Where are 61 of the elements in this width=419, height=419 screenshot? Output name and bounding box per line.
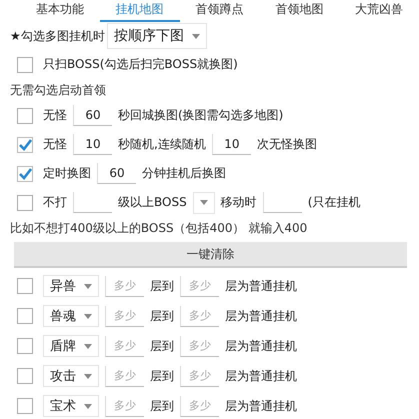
option-label: 秒回城换图(换图需勾选多地图)	[118, 107, 284, 124]
input-field[interactable]	[262, 192, 302, 213]
option-label: 无怪	[43, 107, 67, 124]
checkbox[interactable]	[17, 398, 33, 414]
input-field[interactable]: 60	[73, 105, 112, 126]
option-label: 分钟挂机后换图	[142, 165, 226, 182]
checkbox[interactable]	[17, 56, 33, 72]
section-label: 比如不想打400级以上的BOSS（包括400） 就输入400	[10, 220, 308, 236]
caret-icon	[84, 314, 92, 318]
dropdown[interactable]: 按顺序下图	[106, 23, 207, 49]
clear-button[interactable]: 一键清除	[14, 242, 407, 268]
dropdown[interactable]	[192, 192, 215, 214]
option-label: 级以上BOSS	[118, 194, 187, 211]
option-label: 次无怪换图	[256, 136, 317, 153]
tab[interactable]: 首领地图	[259, 0, 340, 22]
checkbox[interactable]	[17, 166, 33, 182]
input-field[interactable]: 60	[97, 163, 136, 184]
caret-icon	[84, 404, 92, 408]
option-label: 秒随机,连续随机	[118, 136, 206, 153]
input-field[interactable]: 10	[73, 134, 112, 155]
option-label: 层为普通挂机	[225, 308, 297, 324]
dropdown[interactable]: 异兽	[43, 275, 99, 297]
option-label: ★勾选多图挂机时	[10, 28, 105, 44]
option-label: 层为普通挂机	[225, 338, 297, 354]
option-label: 无怪	[43, 136, 67, 153]
option-label: 层到	[150, 398, 174, 414]
caret-icon	[192, 34, 200, 38]
option-label: 只扫BOSS(勾选后扫完BOSS就换图)	[43, 56, 238, 73]
caret-icon	[84, 344, 92, 348]
option-label: 移动时	[220, 194, 257, 211]
dropdown[interactable]: 攻击	[43, 365, 99, 387]
option-label: 层为普通挂机	[225, 368, 297, 384]
option-label: 层为普通挂机	[225, 278, 297, 294]
checkbox[interactable]	[17, 194, 33, 210]
checkbox[interactable]	[17, 368, 33, 384]
option-label: 层到	[150, 338, 174, 354]
caret-icon	[84, 284, 92, 288]
option-label: 层到	[150, 278, 174, 294]
tab[interactable]: 首领蹲点	[180, 0, 260, 22]
dropdown[interactable]: 盾牌	[43, 335, 99, 357]
tab[interactable]: 大荒凶兽	[339, 0, 419, 22]
option-label: 定时换图	[43, 165, 91, 182]
option-label: 层到	[150, 308, 174, 324]
option-label: 不打	[43, 194, 67, 211]
option-label: 层到	[150, 368, 174, 384]
dropdown[interactable]: 兽魂	[43, 305, 99, 327]
caret-icon	[84, 374, 92, 378]
checkbox[interactable]	[17, 136, 33, 152]
option-label: (只在挂机	[308, 194, 360, 211]
input-field[interactable]: 10	[212, 134, 251, 155]
option-label: 层为普通挂机	[225, 398, 297, 414]
input-field[interactable]	[73, 192, 112, 213]
dropdown[interactable]: 宝术	[43, 395, 99, 417]
checkbox[interactable]	[17, 278, 33, 294]
checkbox[interactable]	[17, 108, 33, 124]
section-label: 无需勾选启动首领	[10, 82, 106, 98]
checkbox[interactable]	[17, 308, 33, 324]
caret-icon	[200, 200, 208, 205]
tab[interactable]: 基本功能	[20, 0, 100, 22]
checkbox[interactable]	[17, 338, 33, 354]
tab[interactable]: 挂机地图	[100, 0, 180, 22]
